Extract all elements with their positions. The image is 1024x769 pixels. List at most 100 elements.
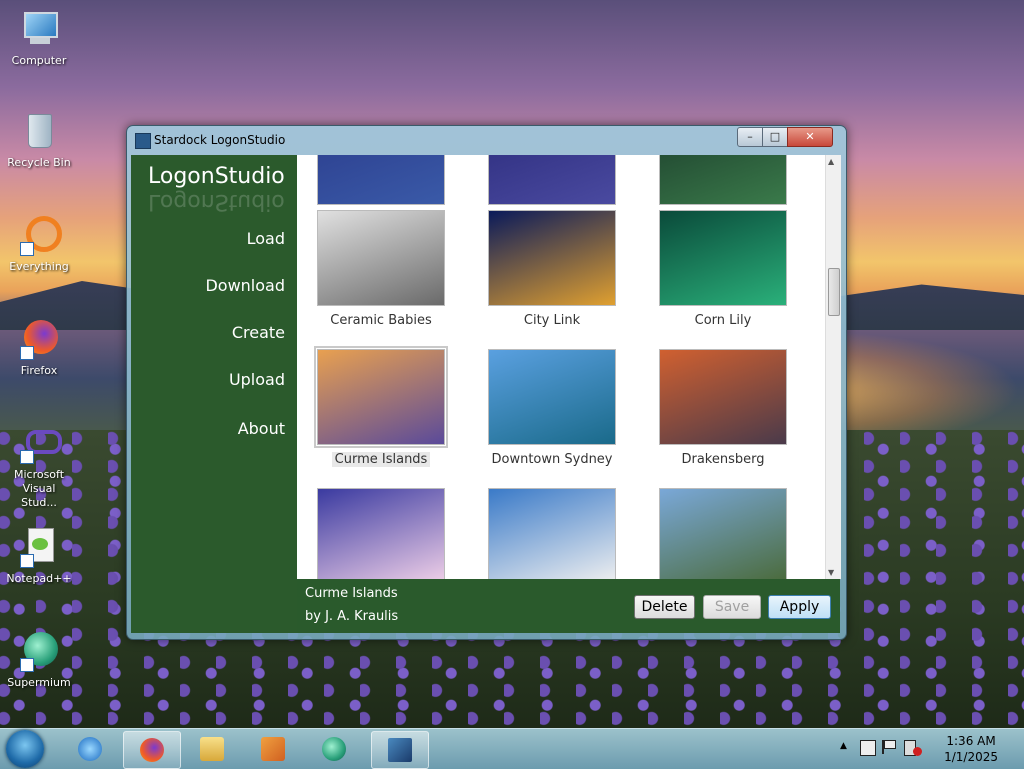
gallery-thumbnail[interactable] bbox=[317, 488, 445, 579]
gallery-thumbnail[interactable] bbox=[317, 155, 445, 205]
details-footer: Curme Islands by J. A. Kraulis Delete Sa… bbox=[297, 579, 840, 633]
taskbar: ▲ 1:36 AM 1/1/2025 bbox=[0, 728, 1024, 769]
desktop-icon-firefox[interactable]: Firefox bbox=[4, 318, 74, 378]
desktop-icon-label: Microsoft Visual Stud... bbox=[13, 468, 65, 509]
logon-gallery: Camas PrairieCannon BeachCement CreekCer… bbox=[297, 155, 825, 579]
gallery-tile[interactable]: Corn Lily bbox=[659, 210, 787, 328]
supermium-icon bbox=[322, 737, 346, 761]
delete-button[interactable]: Delete bbox=[634, 595, 695, 619]
scrollbar-thumb[interactable] bbox=[828, 268, 840, 316]
firefox-icon bbox=[140, 738, 164, 762]
selected-logon-author: by J. A. Kraulis bbox=[305, 609, 399, 624]
gallery-thumbnail[interactable] bbox=[659, 155, 787, 205]
desktop-icon-label: Everything bbox=[9, 260, 69, 273]
system-tray: ▲ 1:36 AM 1/1/2025 bbox=[834, 729, 1024, 769]
window-client-area: LogonStudio LogonStudio Load Download Cr… bbox=[131, 155, 841, 633]
desktop-icon-label: Firefox bbox=[20, 364, 58, 377]
internet-explorer-icon bbox=[78, 737, 102, 761]
folder-icon bbox=[200, 737, 224, 761]
nav-download[interactable]: Download bbox=[205, 276, 285, 295]
gallery-thumbnail[interactable] bbox=[488, 155, 616, 205]
desktop-icon-label: Recycle Bin bbox=[7, 156, 71, 169]
gallery-caption: Ceramic Babies bbox=[330, 313, 432, 328]
desktop-icon-everything[interactable]: Everything bbox=[4, 214, 74, 274]
desktop-icon-visual-studio[interactable]: Microsoft Visual Stud... bbox=[4, 422, 74, 510]
gallery-thumbnail[interactable] bbox=[488, 210, 616, 306]
desktop-icon-supermium[interactable]: Supermium bbox=[4, 630, 74, 690]
gallery-caption: Curme Islands bbox=[331, 452, 431, 467]
gallery-caption: City Link bbox=[523, 313, 581, 328]
desktop-icon-label: Supermium bbox=[7, 676, 71, 689]
gallery-caption: Corn Lily bbox=[694, 313, 752, 328]
taskbar-media-player[interactable] bbox=[245, 731, 301, 767]
scroll-up-icon[interactable]: ▲ bbox=[828, 157, 834, 166]
firefox-icon bbox=[18, 318, 60, 360]
window-titlebar[interactable]: Stardock LogonStudio – □ ✕ bbox=[127, 126, 846, 154]
gallery-thumbnail[interactable] bbox=[659, 488, 787, 579]
minimize-icon: – bbox=[747, 130, 753, 143]
apply-button[interactable]: Apply bbox=[768, 595, 831, 619]
taskbar-logonstudio[interactable] bbox=[371, 731, 429, 769]
scroll-down-icon[interactable]: ▼ bbox=[828, 568, 834, 577]
network-icon[interactable] bbox=[860, 740, 876, 756]
gallery-tile[interactable] bbox=[488, 488, 616, 579]
window-title: Stardock LogonStudio bbox=[154, 133, 286, 147]
clock-date: 1/1/2025 bbox=[944, 750, 998, 764]
taskbar-internet-explorer[interactable] bbox=[62, 731, 118, 767]
desktop-icon-computer[interactable]: Computer bbox=[4, 8, 74, 68]
gallery-caption: Drakensberg bbox=[681, 452, 765, 467]
gallery-tile[interactable]: Drakensberg bbox=[659, 349, 787, 467]
desktop-icon-label: Notepad++ bbox=[6, 572, 72, 585]
everything-icon bbox=[18, 214, 62, 256]
visual-studio-icon bbox=[18, 422, 62, 464]
start-button[interactable] bbox=[6, 730, 44, 768]
action-center-flag-icon[interactable] bbox=[882, 740, 896, 754]
desktop-icon-recycle-bin[interactable]: Recycle Bin bbox=[4, 110, 74, 170]
close-button[interactable]: ✕ bbox=[787, 127, 833, 147]
nav-upload[interactable]: Upload bbox=[229, 370, 285, 389]
brand-title: LogonStudio bbox=[148, 164, 285, 189]
gallery-thumbnail[interactable] bbox=[488, 488, 616, 579]
nav-about[interactable]: About bbox=[238, 419, 285, 438]
desktop-icon-notepad-plus-plus[interactable]: Notepad++ bbox=[4, 526, 74, 586]
notepad-plus-plus-icon bbox=[18, 526, 60, 568]
taskbar-file-explorer[interactable] bbox=[184, 731, 240, 767]
taskbar-firefox[interactable] bbox=[123, 731, 181, 769]
app-icon bbox=[135, 133, 151, 149]
taskbar-clock[interactable]: 1:36 AM 1/1/2025 bbox=[944, 733, 998, 765]
gallery-tile[interactable]: Ceramic Babies bbox=[317, 210, 445, 328]
desktop-icon-label: Computer bbox=[11, 54, 67, 67]
save-button[interactable]: Save bbox=[703, 595, 761, 619]
nav-create[interactable]: Create bbox=[232, 323, 285, 342]
recycle-bin-icon bbox=[18, 110, 60, 152]
computer-icon bbox=[18, 8, 60, 50]
close-icon: ✕ bbox=[805, 130, 815, 143]
gallery-tile[interactable] bbox=[659, 488, 787, 579]
supermium-icon bbox=[18, 630, 60, 672]
logonstudio-window: Stardock LogonStudio – □ ✕ LogonStudio L… bbox=[126, 125, 847, 640]
nav-load[interactable]: Load bbox=[247, 229, 285, 248]
brand-reflection: LogonStudio bbox=[148, 189, 285, 214]
gallery-tile[interactable] bbox=[317, 488, 445, 579]
taskbar-supermium[interactable] bbox=[306, 731, 362, 767]
media-player-icon bbox=[261, 737, 285, 761]
gallery-thumbnail[interactable] bbox=[659, 349, 787, 445]
gallery-tile[interactable]: City Link bbox=[488, 210, 616, 328]
selected-logon-title: Curme Islands bbox=[305, 586, 398, 601]
minimize-button[interactable]: – bbox=[737, 127, 763, 147]
gallery-tile[interactable]: Curme Islands bbox=[314, 346, 448, 467]
maximize-button[interactable]: □ bbox=[762, 127, 788, 147]
gallery-thumbnail[interactable] bbox=[488, 349, 616, 445]
volume-muted-icon[interactable] bbox=[904, 740, 922, 756]
gallery-tile[interactable]: Downtown Sydney bbox=[488, 349, 616, 467]
sidebar: LogonStudio LogonStudio Load Download Cr… bbox=[131, 155, 297, 633]
gallery-caption: Downtown Sydney bbox=[491, 452, 613, 467]
clock-time: 1:36 AM bbox=[946, 734, 996, 748]
gallery-thumbnail[interactable] bbox=[314, 346, 448, 448]
maximize-icon: □ bbox=[769, 130, 781, 143]
logonstudio-icon bbox=[388, 738, 412, 762]
gallery-thumbnail[interactable] bbox=[659, 210, 787, 306]
gallery-scrollbar[interactable]: ▲ ▼ bbox=[825, 155, 841, 579]
gallery-thumbnail[interactable] bbox=[317, 210, 445, 306]
show-hidden-icons-icon[interactable]: ▲ bbox=[840, 741, 847, 751]
